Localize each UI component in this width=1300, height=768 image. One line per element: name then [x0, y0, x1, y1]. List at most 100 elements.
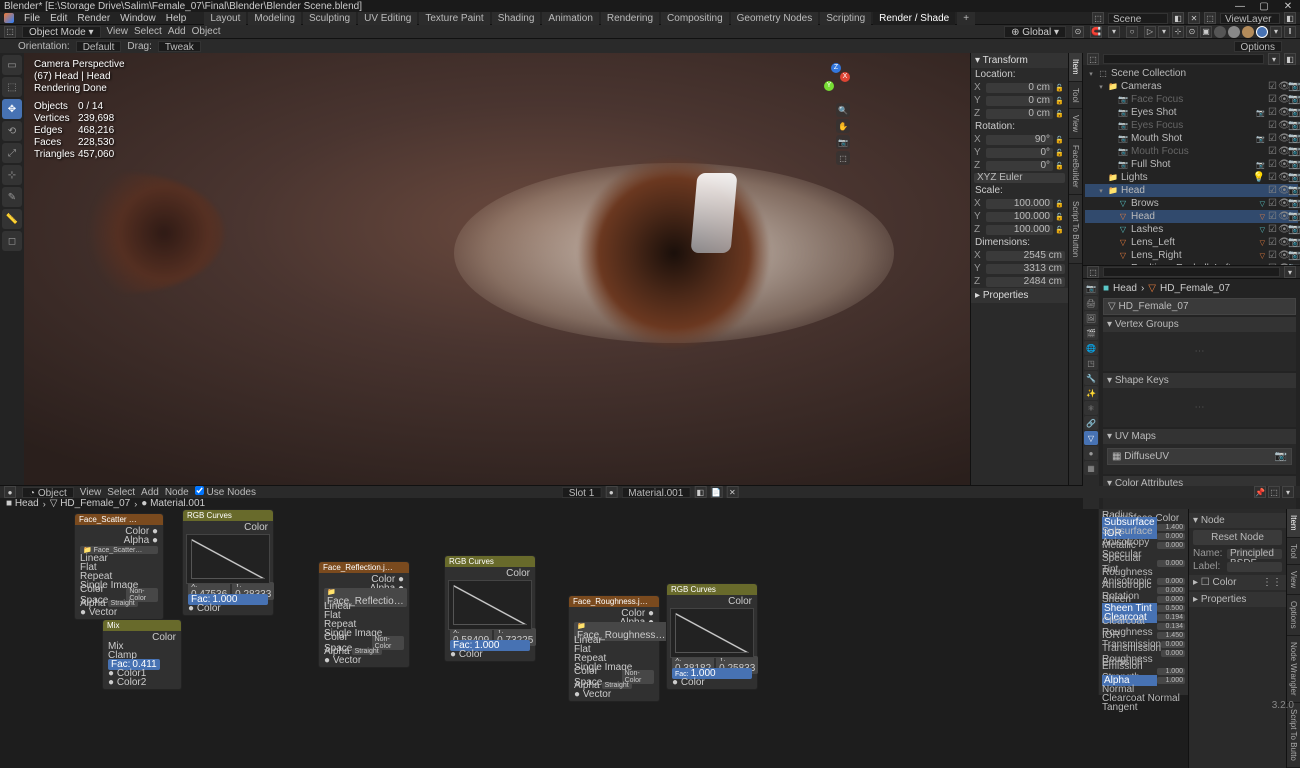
- ptab-viewlayer[interactable]: 🖼: [1084, 311, 1098, 325]
- workspace-tab[interactable]: +: [957, 12, 975, 25]
- disable-icon[interactable]: 📷: [1288, 185, 1296, 196]
- shading-solid[interactable]: [1228, 26, 1240, 38]
- rot-x[interactable]: 90°: [986, 135, 1053, 145]
- ptab-material[interactable]: ●: [1084, 446, 1098, 460]
- node-pin-icon[interactable]: 📌: [1254, 486, 1266, 498]
- loc-z[interactable]: 0 cm: [986, 109, 1053, 119]
- pause-render-icon[interactable]: ‖: [1284, 26, 1296, 38]
- ptab-object[interactable]: ◳: [1084, 356, 1098, 370]
- node-n-panel-tab[interactable]: Item: [1287, 509, 1300, 538]
- tool-add-cube[interactable]: ◻: [2, 231, 22, 251]
- node-n-panel-tab[interactable]: Script To Butto: [1287, 703, 1300, 768]
- rot-y[interactable]: 0°: [986, 148, 1053, 158]
- node-n-panel-tab[interactable]: Node Wrangler: [1287, 636, 1300, 703]
- filter-icon[interactable]: ▾: [1268, 53, 1280, 65]
- editor-type-icon[interactable]: ⬚: [4, 26, 16, 38]
- curve-preview[interactable]: [186, 534, 270, 584]
- shading-rendered[interactable]: [1256, 26, 1268, 38]
- shading-options-icon[interactable]: ▾: [1270, 26, 1282, 38]
- tool-move[interactable]: ✥: [2, 99, 22, 119]
- exclude-icon[interactable]: ☑: [1268, 120, 1276, 131]
- mode-dropdown[interactable]: Object Mode ▾: [22, 26, 101, 38]
- outliner-item[interactable]: 📷Mouth Shot📷☑👁📷: [1085, 132, 1298, 145]
- hide-icon[interactable]: 👁: [1278, 198, 1286, 209]
- outliner-item[interactable]: ▽Lashes▽☑👁📷: [1085, 223, 1298, 236]
- scale-x[interactable]: 100.000: [986, 199, 1053, 209]
- node-section-head[interactable]: ▾ Node: [1189, 513, 1286, 528]
- outliner-item[interactable]: 📁Lights💡☑👁📷: [1085, 171, 1298, 184]
- exclude-icon[interactable]: ☑: [1268, 94, 1276, 105]
- snap-toggle-icon[interactable]: 🧲: [1090, 26, 1102, 38]
- workspace-tab[interactable]: Texture Paint: [419, 12, 489, 25]
- tool-measure[interactable]: 📏: [2, 209, 22, 229]
- transform-section-head[interactable]: ▾ Transform: [971, 53, 1068, 68]
- use-nodes-checkbox[interactable]: Use Nodes: [195, 486, 256, 498]
- node-rgb-curves-3[interactable]: RGB Curves Color X: 0.38182Y: 0.25833 Fa…: [666, 583, 758, 690]
- maximize-button[interactable]: ▢: [1256, 1, 1272, 12]
- crumb-material[interactable]: ● Material.001: [141, 498, 205, 509]
- ptab-constraints[interactable]: 🔗: [1084, 416, 1098, 430]
- exclude-icon[interactable]: ☑: [1268, 133, 1276, 144]
- hide-icon[interactable]: 👁: [1278, 81, 1286, 92]
- material-browse-icon[interactable]: ●: [605, 486, 617, 498]
- hide-icon[interactable]: 👁: [1278, 250, 1286, 261]
- ptab-modifiers[interactable]: 🔧: [1084, 371, 1098, 385]
- scene-browse-icon[interactable]: ⬚: [1092, 12, 1104, 24]
- loc-x[interactable]: 0 cm: [986, 83, 1053, 93]
- n-panel-tab[interactable]: Item: [1069, 53, 1082, 82]
- menu-window[interactable]: Window: [120, 13, 156, 24]
- n-panel-tab[interactable]: Script To Button: [1069, 195, 1082, 264]
- hide-icon[interactable]: 👁: [1278, 172, 1286, 183]
- uv-map-item[interactable]: ▦ DiffuseUV📷: [1107, 448, 1292, 465]
- node-n-panel-tab[interactable]: Options: [1287, 595, 1300, 636]
- tool-scale[interactable]: ⤢: [2, 143, 22, 163]
- hide-icon[interactable]: 👁: [1278, 211, 1286, 222]
- node-shading-type[interactable]: ◔ Object: [22, 487, 74, 498]
- node-image-texture-roughness[interactable]: Face_Roughness.j… Color ● Alpha ● 📁 Face…: [568, 595, 660, 702]
- overlay-toggle-icon[interactable]: ⊙: [1186, 26, 1198, 38]
- 3d-viewport[interactable]: Camera Perspective (67) Head | Head Rend…: [24, 53, 970, 485]
- workspace-tab[interactable]: Rendering: [601, 12, 659, 25]
- outliner-item[interactable]: 📷Full Shot📷☑👁📷: [1085, 158, 1298, 171]
- material-name[interactable]: Material.001: [621, 487, 690, 498]
- scene-name[interactable]: Scene: [1108, 13, 1168, 24]
- n-panel-tab[interactable]: Tool: [1069, 82, 1082, 110]
- node-image-texture-scatter[interactable]: Face_Scatter … Color ● Alpha ● 📁 Face_Sc…: [74, 513, 164, 620]
- node-backdrop-icon[interactable]: ⬚: [1268, 486, 1280, 498]
- node-menu-select[interactable]: Select: [107, 487, 135, 498]
- workspace-tab[interactable]: Shading: [492, 12, 541, 25]
- menu-render[interactable]: Render: [77, 13, 110, 24]
- vertex-groups-head[interactable]: ▾ Vertex Groups: [1103, 317, 1296, 332]
- exclude-icon[interactable]: ☑: [1268, 107, 1276, 118]
- disable-icon[interactable]: 📷: [1288, 133, 1296, 144]
- viewlayer-browse-icon[interactable]: ⬚: [1204, 12, 1216, 24]
- hide-icon[interactable]: 👁: [1278, 94, 1286, 105]
- props-options-icon[interactable]: ▾: [1284, 266, 1296, 278]
- ptab-world[interactable]: 🌐: [1084, 341, 1098, 355]
- scale-y[interactable]: 100.000: [986, 212, 1053, 222]
- disable-icon[interactable]: 📷: [1288, 224, 1296, 235]
- outliner-display-mode-icon[interactable]: ⬚: [1087, 53, 1099, 65]
- disable-icon[interactable]: 📷: [1288, 120, 1296, 131]
- exclude-icon[interactable]: ☑: [1268, 81, 1276, 92]
- tool-select-box[interactable]: ⬚: [2, 77, 22, 97]
- workspace-tab[interactable]: Geometry Nodes: [731, 12, 819, 25]
- pan-icon[interactable]: ✋: [836, 119, 850, 133]
- disable-icon[interactable]: 📷: [1288, 159, 1296, 170]
- menu-edit[interactable]: Edit: [50, 13, 67, 24]
- exclude-icon[interactable]: ☑: [1268, 224, 1276, 235]
- exclude-icon[interactable]: ☑: [1268, 250, 1276, 261]
- workspace-tab[interactable]: Modeling: [248, 12, 301, 25]
- node-mix[interactable]: Mix Color Mix Clamp Fac: 0.411 ● Color1 …: [102, 619, 182, 690]
- node-n-panel-tab[interactable]: View: [1287, 565, 1300, 595]
- outliner-item[interactable]: ▽Lens_Left▽☑👁📷: [1085, 236, 1298, 249]
- outliner-root[interactable]: ▾⬚Scene Collection: [1085, 67, 1298, 80]
- rot-z[interactable]: 0°: [986, 161, 1053, 171]
- reset-node-button[interactable]: Reset Node: [1193, 530, 1282, 545]
- hide-icon[interactable]: 👁: [1278, 185, 1286, 196]
- tool-cursor[interactable]: ▭: [2, 55, 22, 75]
- exclude-icon[interactable]: ☑: [1268, 185, 1276, 196]
- exclude-icon[interactable]: ☑: [1268, 172, 1276, 183]
- viewlayer-name[interactable]: ViewLayer: [1220, 13, 1280, 24]
- workspace-tab[interactable]: Sculpting: [303, 12, 356, 25]
